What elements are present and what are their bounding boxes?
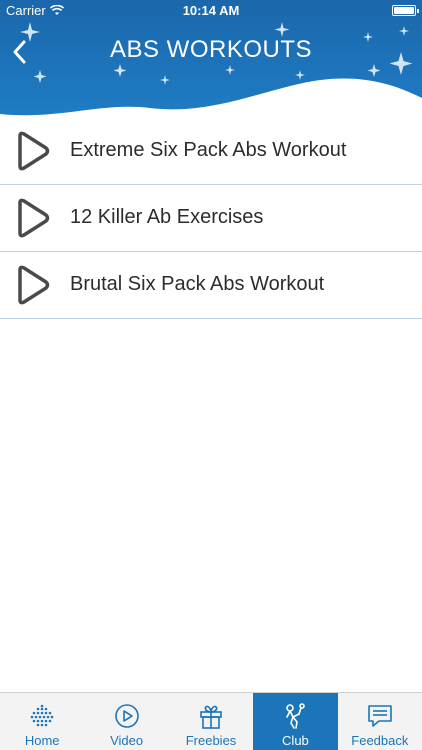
video-list: Extreme Six Pack Abs Workout 12 Killer A… xyxy=(0,118,422,319)
tab-bar: Home Video Freebies Club Feedback xyxy=(0,692,422,750)
tab-freebies[interactable]: Freebies xyxy=(169,693,253,750)
tab-label: Freebies xyxy=(185,733,237,748)
header: Carrier 10:14 AM ABS WORKOUTS xyxy=(0,0,422,122)
tab-label: Feedback xyxy=(351,733,409,748)
tab-label: Home xyxy=(24,733,60,748)
chat-bubble-icon xyxy=(368,705,392,727)
tab-video[interactable]: Video xyxy=(84,693,168,750)
tab-label: Video xyxy=(110,733,144,748)
home-dots-icon xyxy=(30,704,54,727)
list-item-label: Extreme Six Pack Abs Workout xyxy=(70,139,347,161)
list-item[interactable]: Extreme Six Pack Abs Workout xyxy=(0,118,422,185)
gift-icon xyxy=(200,705,222,729)
list-item-label: 12 Killer Ab Exercises xyxy=(70,206,264,228)
list-item[interactable]: 12 Killer Ab Exercises xyxy=(0,185,422,252)
play-icon xyxy=(18,131,50,171)
page-title: ABS WORKOUTS xyxy=(109,36,313,63)
athlete-icon xyxy=(286,703,306,729)
play-circle-icon xyxy=(114,704,139,728)
play-icon xyxy=(18,198,50,238)
status-time: 10:14 AM xyxy=(182,3,240,18)
status-bar: Carrier 10:14 AM xyxy=(0,0,422,22)
tab-club[interactable]: Club xyxy=(253,693,338,750)
list-item-label: Brutal Six Pack Abs Workout xyxy=(70,273,325,295)
tab-label: Club xyxy=(282,733,309,748)
tab-feedback[interactable]: Feedback xyxy=(338,693,422,750)
tab-home[interactable]: Home xyxy=(0,693,84,750)
battery-icon xyxy=(392,5,419,16)
list-item[interactable]: Brutal Six Pack Abs Workout xyxy=(0,252,422,319)
play-icon xyxy=(18,265,50,305)
